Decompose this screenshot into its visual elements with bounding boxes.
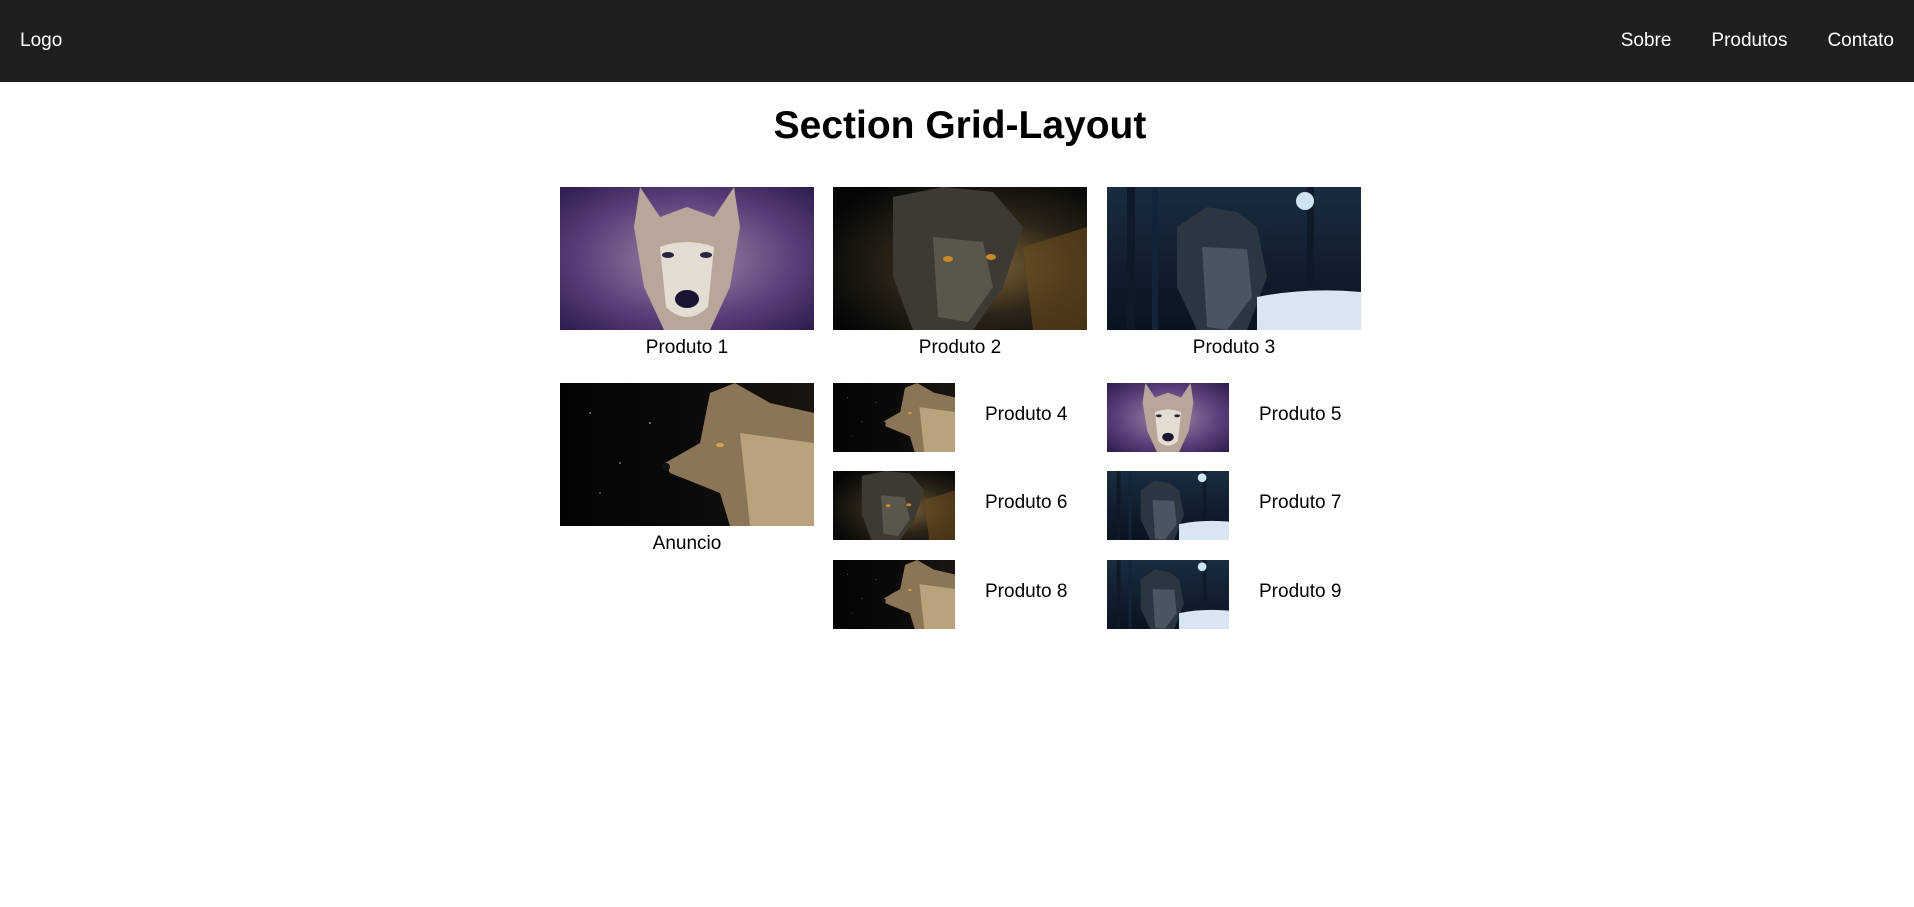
product-label: Produto 9 bbox=[1259, 581, 1342, 602]
ad-image[interactable] bbox=[560, 383, 814, 526]
product-image[interactable] bbox=[833, 560, 955, 629]
product-image[interactable] bbox=[833, 471, 955, 540]
product-image[interactable] bbox=[833, 187, 1087, 330]
product-card-2[interactable]: Produto 2 bbox=[833, 187, 1087, 358]
ad-card[interactable]: Anuncio bbox=[560, 383, 814, 554]
product-label: Produto 5 bbox=[1259, 404, 1342, 425]
product-grid: Produto 1 Produto 2 Produto 3 Anuncio Pr… bbox=[0, 0, 1914, 907]
product-label: Produto 6 bbox=[985, 492, 1068, 513]
product-image[interactable] bbox=[1107, 560, 1229, 629]
product-image[interactable] bbox=[833, 383, 955, 452]
product-image[interactable] bbox=[560, 187, 814, 330]
product-label: Produto 3 bbox=[1192, 337, 1276, 358]
product-card-3[interactable]: Produto 3 bbox=[1107, 187, 1361, 358]
product-card-1[interactable]: Produto 1 bbox=[560, 187, 814, 358]
product-card-6[interactable]: Produto 6 bbox=[833, 471, 1067, 540]
product-image[interactable] bbox=[1107, 471, 1229, 540]
product-label: Produto 4 bbox=[985, 404, 1068, 425]
product-card-4[interactable]: Produto 4 bbox=[833, 383, 1067, 452]
product-label: Produto 8 bbox=[985, 581, 1068, 602]
product-label: Produto 1 bbox=[645, 337, 729, 358]
ad-label: Anuncio bbox=[652, 533, 722, 554]
product-label: Produto 2 bbox=[918, 337, 1002, 358]
product-image[interactable] bbox=[1107, 383, 1229, 452]
product-card-9[interactable]: Produto 9 bbox=[1107, 560, 1341, 629]
product-card-5[interactable]: Produto 5 bbox=[1107, 383, 1341, 452]
product-image[interactable] bbox=[1107, 187, 1361, 330]
product-card-8[interactable]: Produto 8 bbox=[833, 560, 1067, 629]
product-card-7[interactable]: Produto 7 bbox=[1107, 471, 1341, 540]
product-label: Produto 7 bbox=[1259, 492, 1342, 513]
